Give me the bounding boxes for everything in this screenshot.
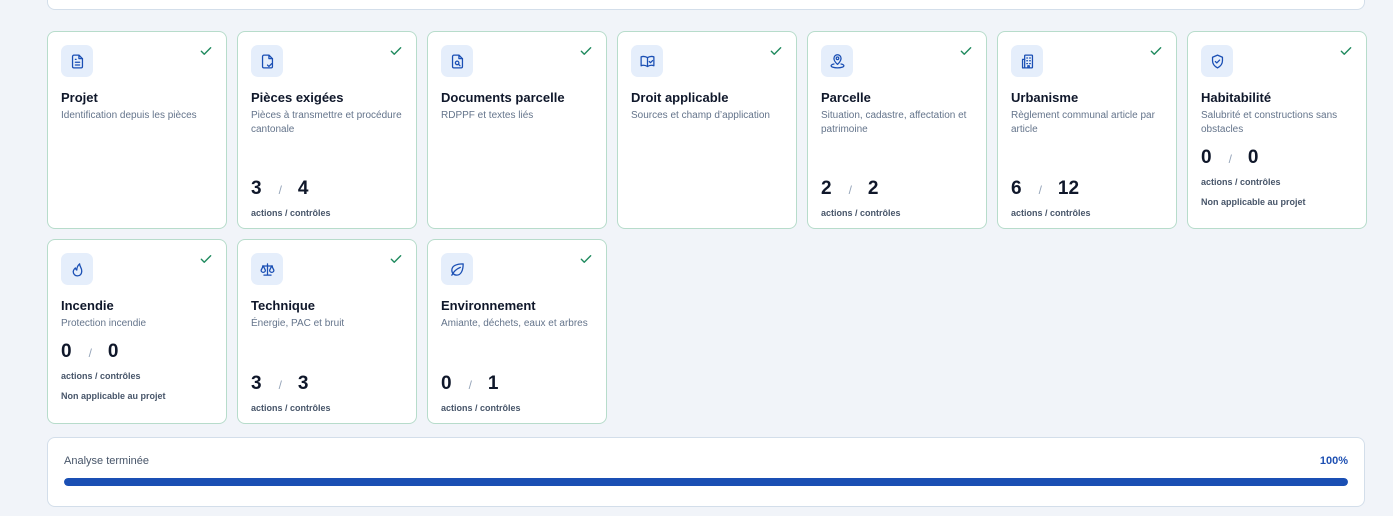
counts-label: actions / contrôles	[251, 208, 331, 218]
scale-icon	[251, 253, 283, 285]
count-separator: /	[848, 183, 852, 197]
check-icon	[580, 255, 592, 263]
map-pin-icon	[821, 45, 853, 77]
card-description: RDPPF et textes liés	[441, 110, 534, 121]
card-stats: 3 / 4 actions / contrôles	[251, 178, 403, 218]
top-panel	[47, 0, 1365, 10]
card-stats: 3 / 3 actions / contrôles	[251, 373, 403, 413]
card-description: Énergie, PAC et bruit	[251, 318, 345, 329]
count-separator: /	[1228, 152, 1232, 166]
analysis-progress-panel: Analyse terminée 100%	[47, 437, 1365, 507]
check-icon	[580, 47, 592, 55]
counts: 0 / 1	[441, 373, 593, 395]
card-title: Droit applicable	[631, 90, 729, 105]
card-parcelle[interactable]: Parcelle Situation, cadastre, affectatio…	[807, 31, 987, 229]
card-title: Documents parcelle	[441, 90, 565, 105]
card-description: Situation, cadastre, affectation et patr…	[821, 110, 967, 135]
count-total: 4	[297, 178, 309, 199]
check-icon	[1340, 47, 1352, 55]
card-documents-parcelle[interactable]: Documents parcelle RDPPF et textes liés	[427, 31, 607, 229]
card-description: Règlement communal article par article	[1011, 110, 1155, 135]
card-technique[interactable]: Technique Énergie, PAC et bruit 3 / 3 ac…	[237, 239, 417, 424]
count-done: 6	[1011, 178, 1022, 199]
card-habitabilite[interactable]: Habitabilité Salubrité et constructions …	[1187, 31, 1367, 229]
card-description: Salubrité et constructions sans obstacle…	[1201, 110, 1338, 135]
card-description: Identification depuis les pièces	[61, 110, 197, 121]
check-icon	[200, 47, 212, 55]
card-description: Amiante, déchets, eaux et arbres	[441, 318, 588, 329]
counts-label: actions / contrôles	[1011, 208, 1091, 218]
count-total: 2	[867, 178, 879, 199]
progress-label: Analyse terminée	[64, 455, 149, 467]
card-description: Pièces à transmettre et procédure canton…	[251, 110, 402, 135]
counts-label: actions / contrôles	[821, 208, 901, 218]
book-check-icon	[631, 45, 663, 77]
counts-label: actions / contrôles	[441, 403, 521, 413]
card-stats: 6 / 12 actions / contrôles	[1011, 178, 1163, 218]
card-title: Habitabilité	[1201, 90, 1272, 105]
count-total: 12	[1057, 178, 1080, 199]
counts-label: actions / contrôles	[61, 371, 141, 381]
card-incendie[interactable]: Incendie Protection incendie 0 / 0 actio…	[47, 239, 227, 424]
card-description: Sources et champ d’application	[631, 110, 770, 121]
check-icon	[1150, 47, 1162, 55]
counts: 0 / 0	[1201, 147, 1353, 169]
counts: 0 / 0	[61, 341, 213, 363]
flame-icon	[61, 253, 93, 285]
count-done: 2	[821, 178, 832, 199]
not-applicable-note: Non applicable au projet	[61, 391, 166, 401]
card-pieces-exigees[interactable]: Pièces exigées Pièces à transmettre et p…	[237, 31, 417, 229]
count-total: 3	[297, 373, 309, 394]
count-separator: /	[278, 378, 282, 392]
analysis-card-grid: Projet Identification depuis les pièces …	[47, 31, 1367, 424]
counts-label: actions / contrôles	[1201, 177, 1281, 187]
leaf-icon	[441, 253, 473, 285]
count-separator: /	[468, 378, 472, 392]
check-icon	[390, 47, 402, 55]
count-done: 3	[251, 373, 262, 394]
document-icon	[61, 45, 93, 77]
not-applicable-note: Non applicable au projet	[1201, 197, 1306, 207]
check-icon	[960, 47, 972, 55]
count-separator: /	[1038, 183, 1042, 197]
count-done: 3	[251, 178, 262, 199]
counts-label: actions / contrôles	[251, 403, 331, 413]
check-icon	[770, 47, 782, 55]
check-icon	[390, 255, 402, 263]
card-stats: 0 / 1 actions / contrôles	[441, 373, 593, 413]
count-done: 0	[61, 341, 72, 362]
card-title: Projet	[61, 90, 98, 105]
document-check-icon	[251, 45, 283, 77]
card-projet[interactable]: Projet Identification depuis les pièces	[47, 31, 227, 229]
progress-bar	[64, 478, 1348, 486]
count-separator: /	[88, 346, 92, 360]
count-separator: /	[278, 183, 282, 197]
count-total: 1	[487, 373, 499, 394]
count-done: 0	[441, 373, 452, 394]
card-description: Protection incendie	[61, 318, 147, 329]
counts: 3 / 3	[251, 373, 403, 395]
progress-bar-fill	[64, 478, 1348, 486]
building-icon	[1011, 45, 1043, 77]
shield-check-icon	[1201, 45, 1233, 77]
card-title: Parcelle	[821, 90, 871, 105]
card-title: Environnement	[441, 298, 536, 313]
count-done: 0	[1201, 147, 1212, 168]
count-total: 0	[107, 341, 119, 362]
counts: 3 / 4	[251, 178, 403, 200]
counts: 2 / 2	[821, 178, 973, 200]
check-icon	[200, 255, 212, 263]
document-search-icon	[441, 45, 473, 77]
card-stats: 2 / 2 actions / contrôles	[821, 178, 973, 218]
progress-percent: 100%	[1319, 455, 1348, 467]
card-title: Pièces exigées	[251, 90, 344, 105]
count-total: 0	[1247, 147, 1259, 168]
card-urbanisme[interactable]: Urbanisme Règlement communal article par…	[997, 31, 1177, 229]
card-title: Technique	[251, 298, 316, 313]
card-title: Incendie	[61, 298, 114, 313]
card-droit-applicable[interactable]: Droit applicable Sources et champ d’appl…	[617, 31, 797, 229]
counts: 6 / 12	[1011, 178, 1163, 200]
card-environnement[interactable]: Environnement Amiante, déchets, eaux et …	[427, 239, 607, 424]
card-title: Urbanisme	[1011, 90, 1079, 105]
